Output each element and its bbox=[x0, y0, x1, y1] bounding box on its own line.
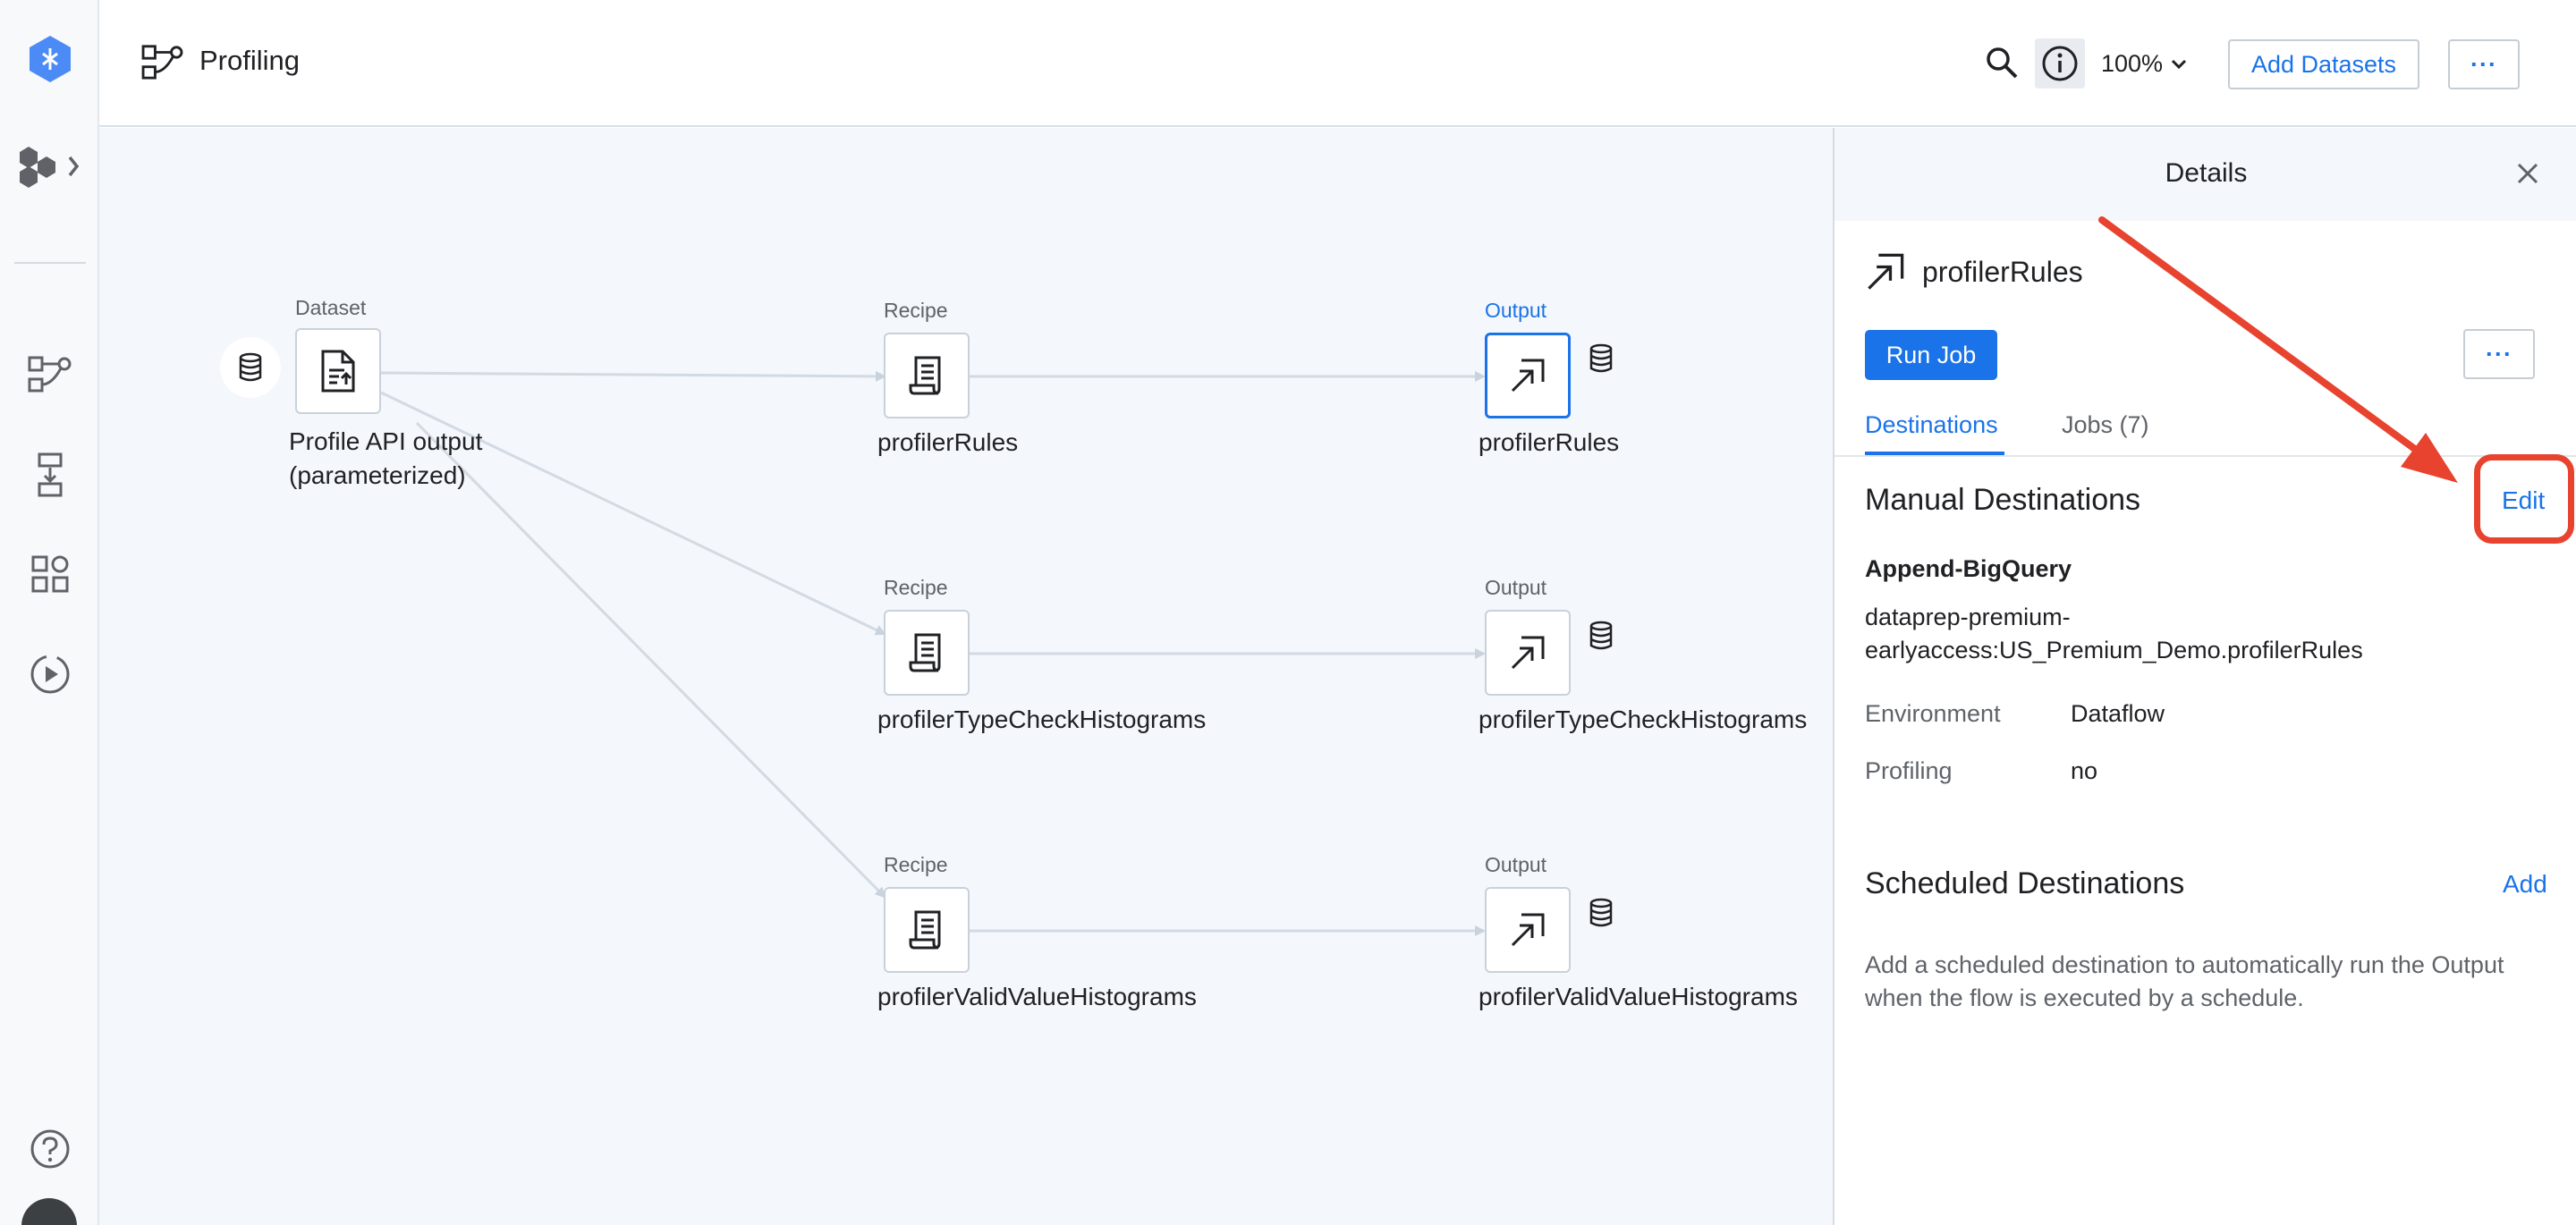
details-header: Details bbox=[1835, 128, 2576, 221]
manual-destinations-title: Manual Destinations bbox=[1865, 483, 2141, 517]
recipe-type-label: Recipe bbox=[884, 853, 948, 876]
recipe-name: profilerValidValueHistograms bbox=[877, 983, 1197, 1010]
connector-dataset-recipe-1 bbox=[380, 370, 886, 382]
scheduled-description: Add a scheduled destination to automatic… bbox=[1865, 951, 2504, 1011]
recipe-icon bbox=[909, 910, 941, 950]
zoom-select[interactable]: 100% bbox=[2101, 50, 2188, 78]
dataprep-logo-icon[interactable] bbox=[0, 34, 99, 84]
dataset-source-db[interactable] bbox=[220, 337, 281, 398]
database-icon bbox=[1589, 898, 1614, 933]
rail-divider bbox=[14, 262, 86, 264]
info-icon[interactable] bbox=[2035, 38, 2085, 89]
jobs-icon[interactable] bbox=[0, 653, 99, 696]
add-datasets-button[interactable]: Add Datasets bbox=[2228, 39, 2419, 89]
details-title: Details bbox=[2165, 158, 2248, 188]
destination-name: Append-BigQuery bbox=[1865, 555, 2072, 582]
recipe-type-label: Recipe bbox=[884, 299, 948, 322]
recipe-node[interactable] bbox=[884, 887, 970, 973]
add-scheduled-destination-link[interactable]: Add bbox=[2503, 870, 2547, 899]
edit-destination-link[interactable]: Edit bbox=[2502, 486, 2545, 515]
run-job-button[interactable]: Run Job bbox=[1865, 330, 1997, 380]
zoom-value: 100% bbox=[2101, 50, 2164, 77]
output-icon bbox=[1865, 251, 1906, 297]
left-nav-rail bbox=[0, 0, 99, 1225]
tab-active-indicator bbox=[1865, 452, 2004, 455]
dataset-name: Profile API output (parameterized) bbox=[289, 427, 483, 489]
details-more-button[interactable]: ··· bbox=[2463, 329, 2535, 379]
output-name: profilerRules bbox=[1479, 428, 1620, 456]
library-expand-icon[interactable] bbox=[0, 143, 99, 190]
header-more-button[interactable]: ··· bbox=[2448, 39, 2520, 89]
output-icon bbox=[1511, 359, 1545, 393]
environment-label: Environment bbox=[1865, 700, 2001, 727]
dataset-file-icon bbox=[321, 350, 355, 393]
output-name-heading: profilerRules bbox=[1922, 256, 2083, 288]
recipe-name: profilerTypeCheckHistograms bbox=[877, 705, 1207, 733]
close-icon[interactable] bbox=[2514, 160, 2541, 191]
tab-jobs[interactable]: Jobs (7) bbox=[2062, 411, 2149, 439]
database-icon bbox=[1589, 621, 1614, 655]
output-type-label: Output bbox=[1485, 299, 1547, 322]
output-type-label: Output bbox=[1485, 576, 1547, 599]
dataset-type-label: Dataset bbox=[295, 296, 367, 319]
scheduled-destinations-title: Scheduled Destinations bbox=[1865, 866, 2185, 900]
output-node[interactable] bbox=[1485, 887, 1571, 973]
recipe-icon bbox=[909, 633, 941, 672]
chevron-down-icon bbox=[2172, 59, 2187, 69]
search-icon[interactable] bbox=[1984, 45, 2020, 85]
recipe-name: profilerRules bbox=[877, 428, 1019, 456]
recipe-node[interactable] bbox=[884, 333, 970, 418]
database-icon bbox=[239, 352, 262, 382]
flow-canvas[interactable]: Dataset Profile API output (parameterize… bbox=[99, 128, 1833, 1225]
tab-divider bbox=[1835, 455, 2576, 457]
output-node-selected[interactable] bbox=[1485, 333, 1571, 418]
recipe-type-label: Recipe bbox=[884, 576, 948, 599]
recipe-node[interactable] bbox=[884, 610, 970, 696]
recipe-icon bbox=[909, 356, 941, 395]
tab-destinations[interactable]: Destinations bbox=[1865, 411, 1998, 439]
library-grid-icon[interactable] bbox=[0, 554, 99, 594]
output-type-label: Output bbox=[1485, 853, 1547, 876]
flows-icon[interactable] bbox=[0, 354, 99, 393]
destination-path: dataprep-premium- earlyaccess:US_Premium… bbox=[1865, 604, 2363, 663]
flow-icon bbox=[140, 43, 185, 85]
details-panel: Details profilerRules Run Job ··· Destin… bbox=[1833, 128, 2576, 1225]
database-icon bbox=[1589, 343, 1614, 378]
output-node[interactable] bbox=[1485, 610, 1571, 696]
output-name: profilerValidValueHistograms bbox=[1479, 983, 1798, 1010]
environment-value: Dataflow bbox=[2071, 700, 2165, 727]
page-title: Profiling bbox=[199, 45, 300, 76]
profiling-label: Profiling bbox=[1865, 757, 1953, 784]
help-icon[interactable] bbox=[0, 1128, 99, 1170]
top-header: Profiling 100% Add Datasets ··· bbox=[99, 0, 2576, 127]
connector-dataset-recipe-3 bbox=[415, 421, 886, 899]
output-name: profilerTypeCheckHistograms bbox=[1479, 705, 1808, 733]
output-icon bbox=[1511, 636, 1545, 670]
plans-icon[interactable] bbox=[0, 452, 99, 498]
output-icon bbox=[1511, 913, 1545, 947]
dataset-node[interactable] bbox=[295, 328, 381, 414]
avatar[interactable] bbox=[21, 1198, 77, 1225]
profiling-value: no bbox=[2071, 757, 2098, 784]
